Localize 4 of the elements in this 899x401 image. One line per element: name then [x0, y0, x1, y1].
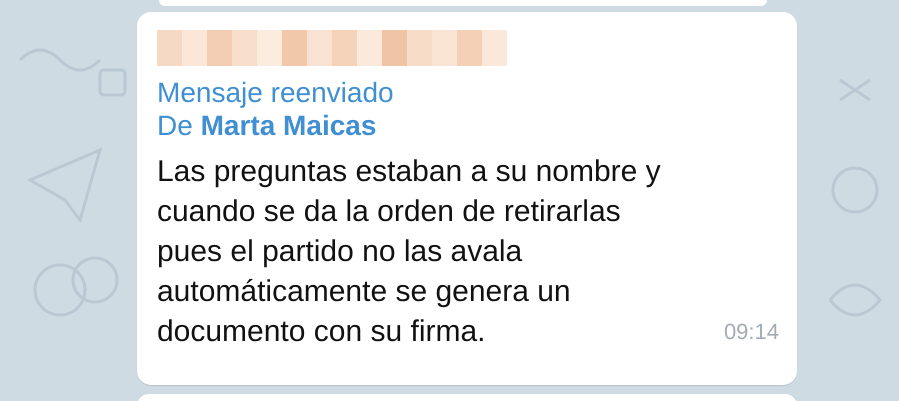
message-text: Las preguntas estaban a su nombre y cuando se da la orden de retirarlas pues el partido no las avala automáticamente se genera un documento con su firma. — [157, 154, 661, 350]
forwarded-label: Mensaje reenviado — [157, 76, 395, 109]
message-time: 09:14 — [724, 318, 779, 346]
forwarded-from: De Marta Maicas — [157, 109, 378, 142]
